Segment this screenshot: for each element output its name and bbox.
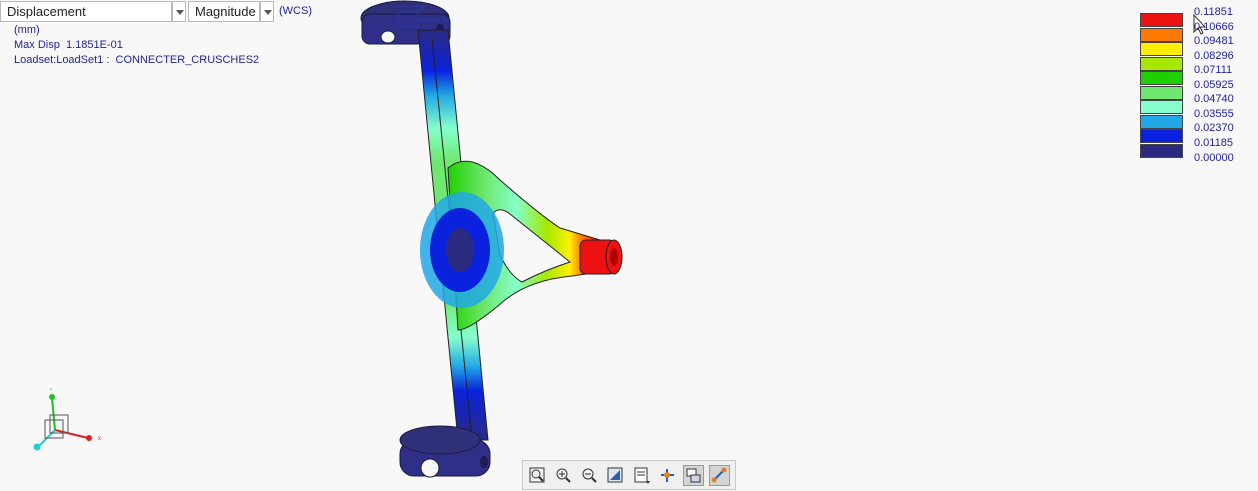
legend-value: 0.09481 xyxy=(1194,35,1234,47)
bracket-model[interactable] xyxy=(360,0,623,478)
spin-center-icon xyxy=(661,469,674,482)
zoom-out-icon xyxy=(582,468,597,483)
refit-button[interactable] xyxy=(605,465,626,486)
refit-icon xyxy=(607,467,623,483)
zoom-out-button[interactable] xyxy=(579,465,600,486)
view-toolbar xyxy=(522,460,736,490)
legend-swatch-2 xyxy=(1140,27,1183,42)
legend-value: 0.05925 xyxy=(1194,79,1234,91)
legend-swatch-6 xyxy=(1140,85,1183,100)
saved-views-button[interactable] xyxy=(631,465,652,486)
legend-swatch-4 xyxy=(1140,56,1183,71)
saved-views-icon xyxy=(634,467,650,484)
axis-triad-icon xyxy=(33,394,92,451)
triad-y-label: y xyxy=(50,386,52,391)
legend-swatch-9 xyxy=(1140,129,1183,143)
legend-swatch-1 xyxy=(1140,13,1183,27)
legend-swatch-7 xyxy=(1140,100,1183,114)
fem-model-viewport[interactable]: y x xyxy=(0,0,1258,491)
display-style-icon xyxy=(686,468,701,483)
legend-value: 0.03555 xyxy=(1194,108,1234,120)
legend-swatch-8 xyxy=(1140,114,1183,129)
legend-swatch-5 xyxy=(1140,71,1183,85)
display-style-button[interactable] xyxy=(683,465,704,486)
legend-value: 0.08296 xyxy=(1194,50,1234,62)
legend-value: 0.04740 xyxy=(1194,93,1234,105)
legend-swatch-10 xyxy=(1140,143,1183,158)
legend-value: 0.11851 xyxy=(1194,6,1233,18)
legend-swatch-3 xyxy=(1140,42,1183,56)
legend-value: 0.02370 xyxy=(1194,122,1234,134)
legend-value: 0.10666 xyxy=(1194,21,1234,33)
zoom-fit-button[interactable] xyxy=(527,465,548,486)
zoom-in-icon xyxy=(556,468,571,483)
legend-value: 0.07111 xyxy=(1194,64,1233,76)
datum-display-button[interactable] xyxy=(709,465,730,486)
legend-value: 0.00000 xyxy=(1194,152,1234,164)
legend-value: 0.01185 xyxy=(1194,137,1233,149)
triad-x-label: x xyxy=(98,436,101,442)
zoom-in-button[interactable] xyxy=(553,465,574,486)
zoom-fit-icon xyxy=(529,467,545,483)
datum-display-icon xyxy=(711,467,727,483)
spin-center-button[interactable] xyxy=(657,465,678,486)
